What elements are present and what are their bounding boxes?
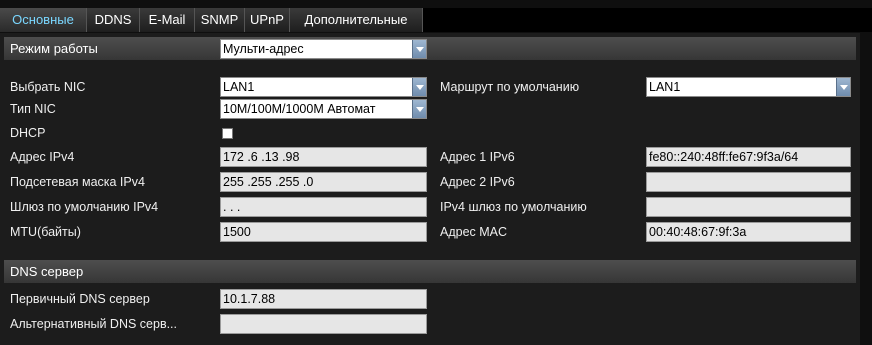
chevron-down-icon — [412, 100, 426, 118]
tab-ddns[interactable]: DDNS — [87, 8, 140, 32]
ipv4-default-gateway-label: IPv4 шлюз по умолчанию — [440, 200, 587, 214]
nic-type-select[interactable]: 10M/100M/1000M Автомат — [220, 99, 427, 119]
ipv4-mask-field[interactable]: 255 .255 .255 .0 — [220, 172, 427, 192]
work-mode-label: Режим работы — [10, 41, 98, 56]
network-settings-panel: Режим работы Мульти-адрес Выбрать NIC LA… — [0, 33, 860, 345]
work-mode-select[interactable]: Мульти-адрес — [220, 39, 427, 59]
ipv4-address-label: Адрес IPv4 — [10, 150, 75, 164]
primary-dns-label: Первичный DNS сервер — [10, 292, 150, 306]
ipv4-gateway-label: Шлюз по умолчанию IPv4 — [10, 200, 159, 214]
work-mode-row: Режим работы — [4, 37, 856, 60]
dns-section-header: DNS сервер — [4, 260, 856, 283]
dhcp-label: DHCP — [10, 126, 46, 140]
chevron-down-icon — [412, 78, 426, 96]
tab-upnp[interactable]: UPnP — [245, 8, 290, 32]
ipv6-address2-field[interactable] — [646, 172, 851, 192]
tab-basic[interactable]: Основные — [0, 8, 87, 32]
nic-type-value: 10M/100M/1000M Автомат — [223, 102, 376, 116]
nic-select[interactable]: LAN1 — [220, 77, 427, 97]
alternate-dns-label: Альтернативный DNS серв... — [10, 317, 178, 331]
ipv4-default-gateway-field[interactable] — [646, 197, 851, 217]
nic-select-label: Выбрать NIC — [10, 80, 86, 94]
ipv4-mask-label: Подсетевая маска IPv4 — [10, 175, 145, 189]
mtu-field[interactable]: 1500 — [220, 222, 427, 242]
dns-section-title: DNS сервер — [10, 264, 84, 279]
dhcp-checkbox[interactable] — [222, 128, 233, 139]
mac-address-field[interactable]: 00:40:48:67:9f:3a — [646, 222, 851, 242]
default-route-select[interactable]: LAN1 — [646, 77, 851, 97]
ipv6-address2-label: Адрес 2 IPv6 — [440, 175, 515, 189]
ipv4-address-field[interactable]: 172 .6 .13 .98 — [220, 147, 427, 167]
default-route-value: LAN1 — [649, 80, 681, 94]
mac-address-label: Адрес MAC — [440, 225, 508, 239]
ipv6-address1-field[interactable]: fe80::240:48ff:fe67:9f3a/64 — [646, 147, 851, 167]
mtu-label: MTU(байты) — [10, 225, 81, 239]
chevron-down-icon — [412, 40, 426, 58]
primary-dns-field[interactable]: 10.1.7.88 — [220, 289, 427, 309]
default-route-label: Маршрут по умолчанию — [440, 80, 580, 94]
nic-type-label: Тип NIC — [10, 102, 56, 116]
tab-bar: Основные DDNS E-Mail SNMP UPnP Дополните… — [0, 8, 872, 32]
tab-advanced[interactable]: Дополнительные — [290, 8, 423, 32]
tab-email[interactable]: E-Mail — [140, 8, 195, 32]
ipv4-gateway-field[interactable]: . . . — [220, 197, 427, 217]
tab-snmp[interactable]: SNMP — [195, 8, 245, 32]
chevron-down-icon — [836, 78, 850, 96]
nic-select-value: LAN1 — [223, 80, 255, 94]
alternate-dns-field[interactable] — [220, 314, 427, 334]
ipv6-address1-label: Адрес 1 IPv6 — [440, 150, 515, 164]
work-mode-value: Мульти-адрес — [223, 42, 304, 56]
